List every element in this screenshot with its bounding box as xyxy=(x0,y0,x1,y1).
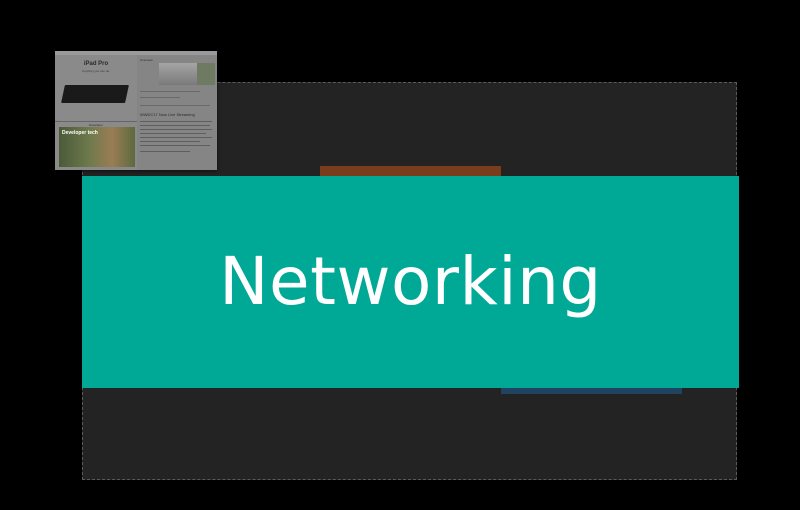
thumbnail-divider xyxy=(55,121,137,122)
thumbnail-product-title: iPad Pro xyxy=(83,61,109,67)
screen-stage: Networking iPad Pro Anything you can do.… xyxy=(0,0,800,510)
homepod-image xyxy=(159,63,199,85)
developer-banner-text: Developer tech xyxy=(62,130,98,136)
thumbnail-paragraph-line xyxy=(140,145,210,146)
thumbnail-left-panel: iPad Pro Anything you can do. Developer … xyxy=(55,55,137,170)
window-thumbnail[interactable]: iPad Pro Anything you can do. Developer … xyxy=(55,51,217,170)
thumbnail-text-line xyxy=(140,105,210,106)
thumbnail-side-image xyxy=(197,63,215,85)
blue-accent-bar xyxy=(501,388,682,394)
thumbnail-paragraph-line xyxy=(140,121,212,122)
ipad-device-image xyxy=(61,85,129,103)
thumbnail-paragraph-line xyxy=(140,129,212,130)
developer-banner-image: Developer tech xyxy=(59,127,135,167)
thumbnail-right-header: Overview xyxy=(140,58,153,62)
thumbnail-right-panel: Overview WWDC17 Now Live Streaming xyxy=(137,55,217,170)
thumbnail-article-title: WWDC17 Now Live Streaming xyxy=(140,112,195,117)
thumbnail-text-line xyxy=(140,97,180,98)
thumbnail-paragraph-line xyxy=(140,141,200,142)
orange-accent-bar xyxy=(320,166,501,176)
title-banner: Networking xyxy=(82,176,739,388)
thumbnail-product-subtitle: Anything you can do. xyxy=(81,69,111,73)
thumbnail-paragraph-line xyxy=(140,125,210,126)
thumbnail-paragraph-line xyxy=(140,151,190,152)
banner-title: Networking xyxy=(219,243,602,320)
thumbnail-text-line xyxy=(140,91,200,92)
thumbnail-paragraph-line xyxy=(140,137,212,138)
thumbnail-paragraph-line xyxy=(140,133,206,134)
